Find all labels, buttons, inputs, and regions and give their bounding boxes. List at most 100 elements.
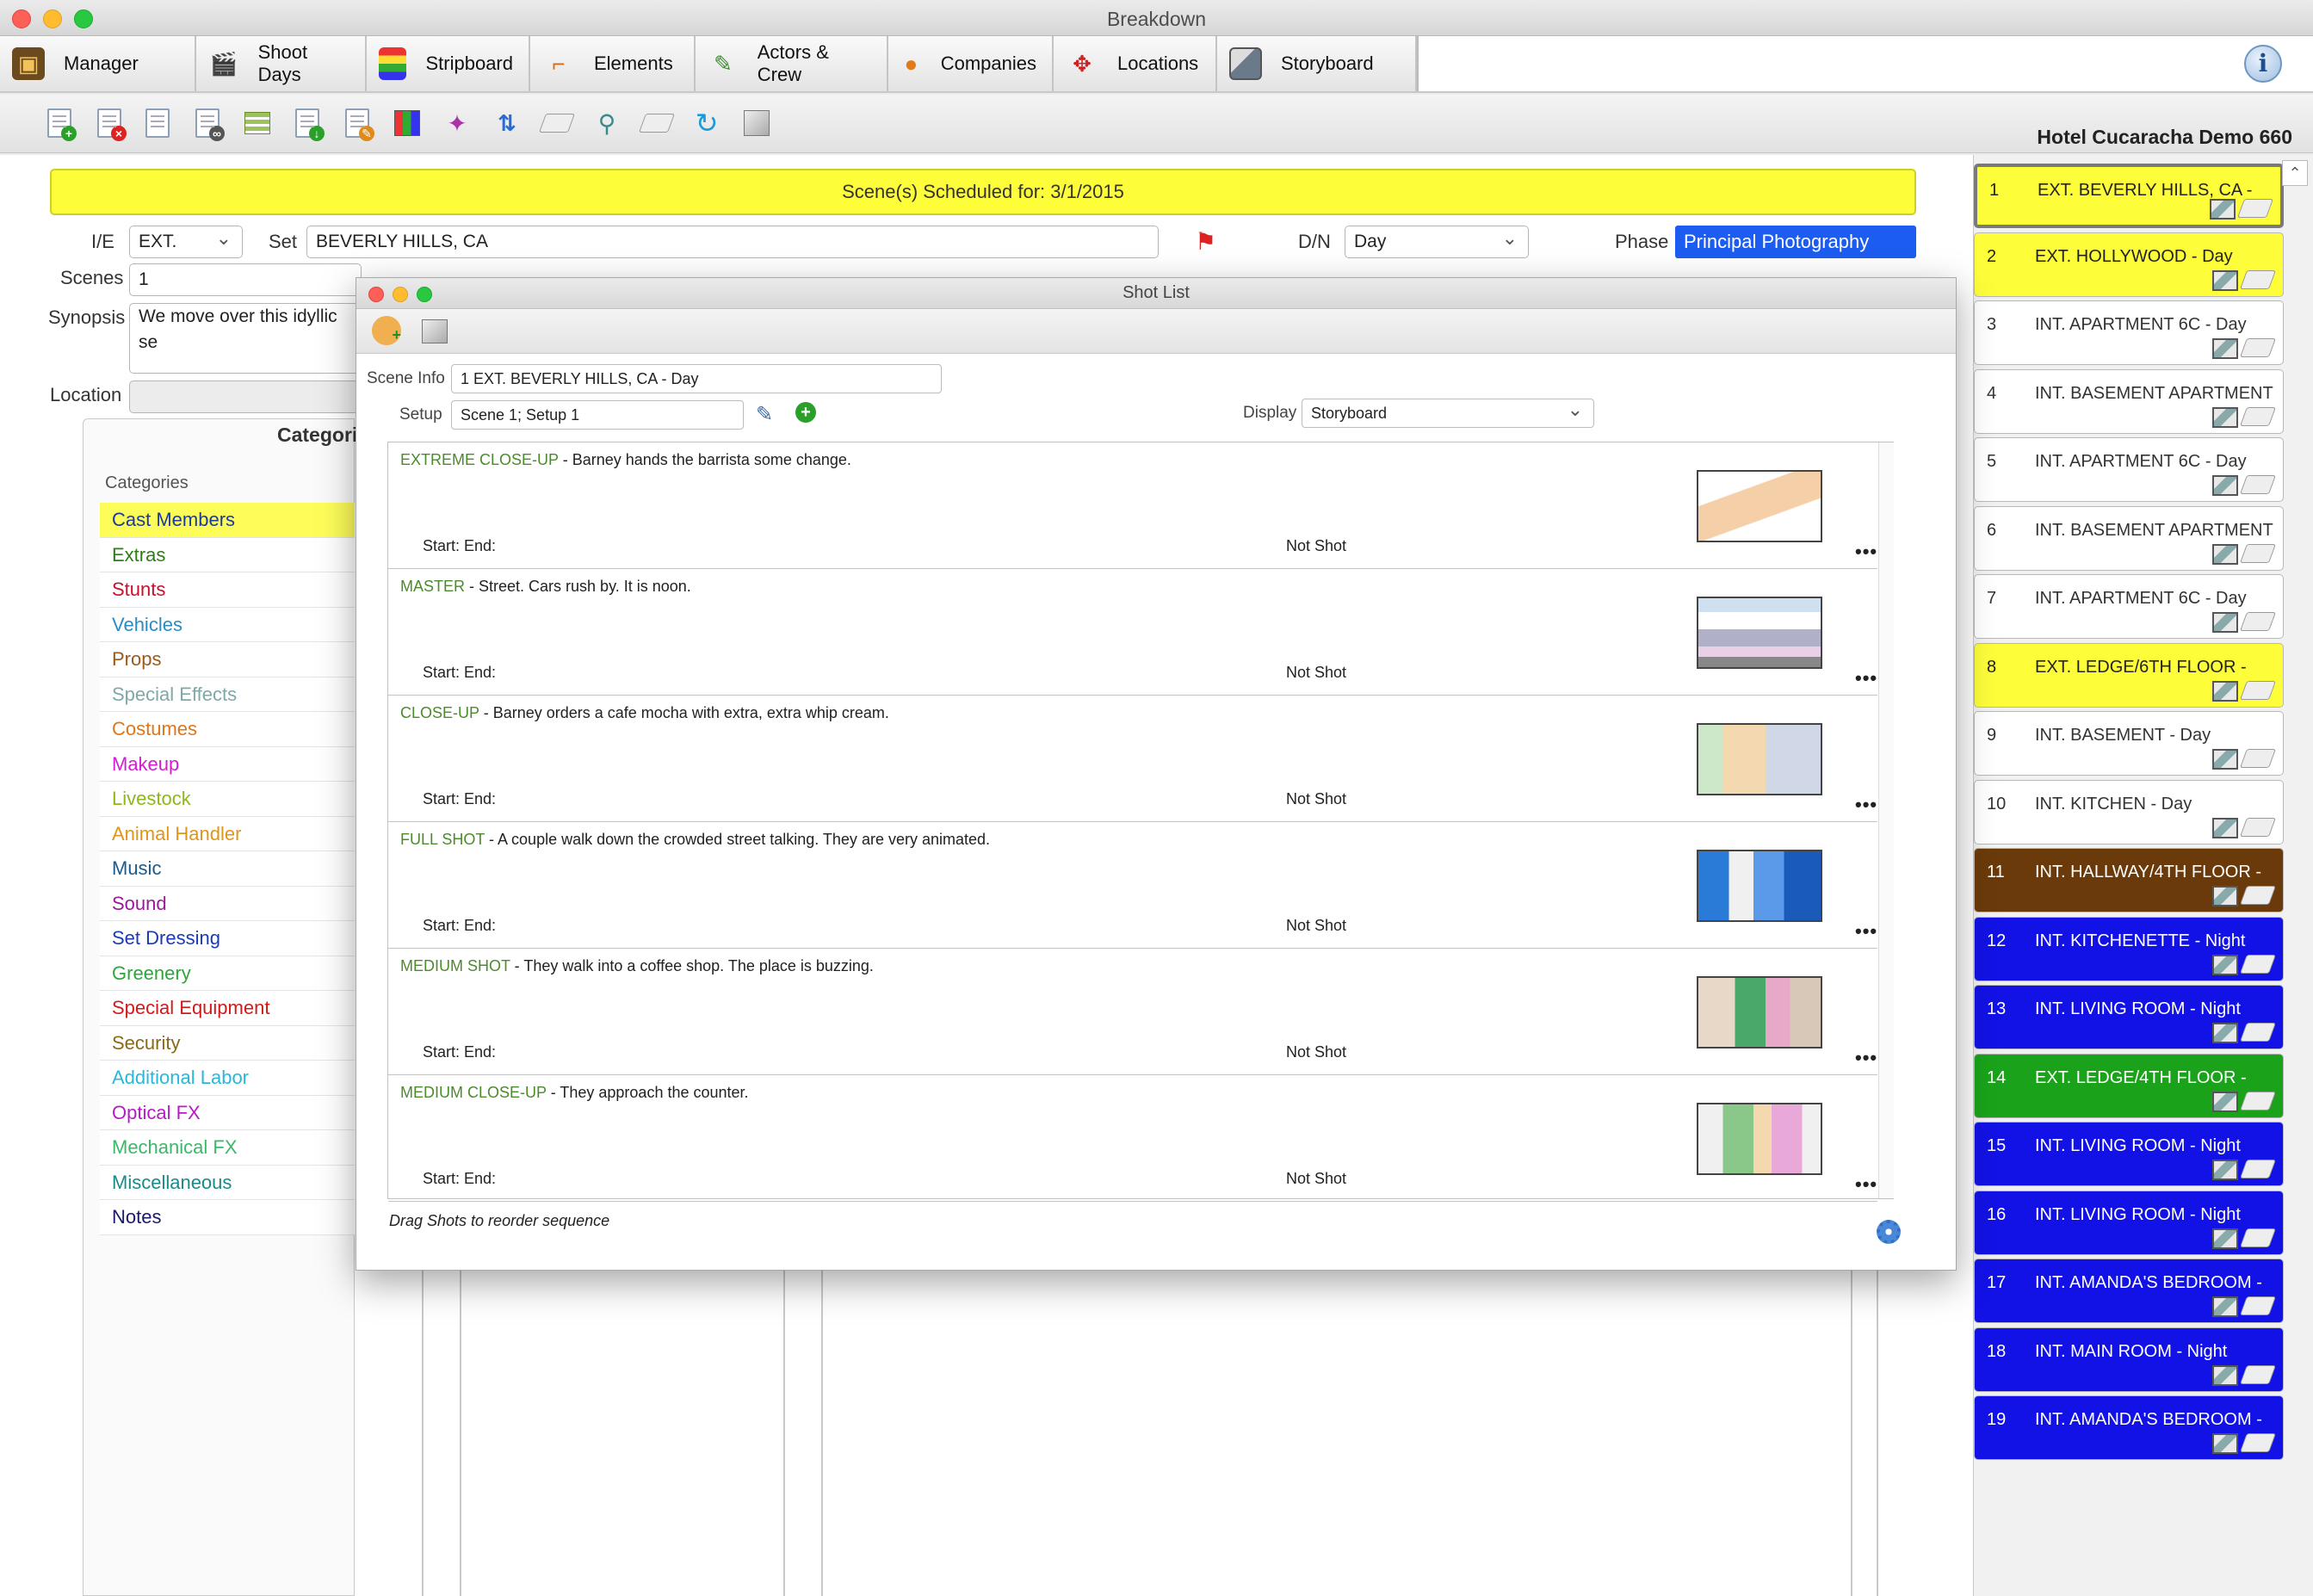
ie-select[interactable]: EXT. (129, 226, 243, 258)
storyboard-icon[interactable] (2212, 681, 2238, 702)
more-options-icon[interactable]: ••• (1855, 541, 1877, 563)
storyboard-icon[interactable] (2212, 1433, 2238, 1454)
scene-strip[interactable]: 19INT. AMANDA'S BEDROOM - (1974, 1395, 2284, 1460)
tab-stripboard[interactable]: Stripboard (367, 36, 530, 91)
display-select[interactable]: Storyboard (1302, 399, 1594, 428)
clapboard-icon[interactable] (2240, 1092, 2276, 1110)
category-item[interactable]: Special Equipment (100, 991, 355, 1026)
add-shot-icon[interactable]: + (372, 316, 401, 345)
scene-strip[interactable]: 4INT. BASEMENT APARTMENT (1974, 369, 2284, 434)
shot-row[interactable]: MEDIUM SHOT - They walk into a coffee sh… (388, 949, 1877, 1075)
clapboard-icon[interactable] (2240, 886, 2276, 905)
clapboard-icon[interactable] (2240, 1433, 2276, 1452)
category-item[interactable]: Miscellaneous (100, 1166, 355, 1201)
category-item[interactable]: Animal Handler (100, 817, 355, 852)
color-wand-button[interactable]: ✦ (439, 105, 475, 141)
scene-strip[interactable]: 7INT. APARTMENT 6C - Day (1974, 574, 2284, 639)
category-item[interactable]: Mechanical FX (100, 1130, 355, 1166)
category-item[interactable]: Costumes (100, 712, 355, 747)
new-breakdown-button[interactable]: + (41, 105, 77, 141)
storyboard-icon[interactable] (2210, 199, 2236, 220)
category-item[interactable]: Extras (100, 538, 355, 573)
shot-row[interactable]: MASTER - Street. Cars rush by. It is noo… (388, 569, 1877, 696)
storyboard-thumbnail[interactable] (1697, 850, 1822, 922)
scene-strip[interactable]: 11INT. HALLWAY/4TH FLOOR - (1974, 848, 2284, 912)
find-breakdown-button[interactable]: ∞ (189, 105, 226, 141)
more-options-icon[interactable]: ••• (1855, 1173, 1877, 1196)
clapboard-icon[interactable] (2237, 199, 2273, 218)
scene-strip[interactable]: 13INT. LIVING ROOM - Night (1974, 985, 2284, 1049)
shot-row[interactable]: MEDIUM CLOSE-UP - They approach the coun… (388, 1075, 1877, 1202)
edit-doc-button[interactable]: ✎ (339, 105, 375, 141)
clapboard-icon[interactable] (2240, 407, 2276, 426)
scene-strip[interactable]: 17INT. AMANDA'S BEDROOM - (1974, 1259, 2284, 1323)
tab-shoot-days[interactable]: 🎬 Shoot Days (196, 36, 367, 91)
tab-elements[interactable]: ⌐ Elements (530, 36, 696, 91)
edit-setup-icon[interactable]: ✎ (756, 402, 773, 427)
storyboard-icon[interactable] (2212, 886, 2238, 906)
category-item[interactable]: Notes (100, 1200, 355, 1235)
storyboard-icon[interactable] (2212, 544, 2238, 565)
category-item[interactable]: Makeup (100, 747, 355, 783)
synopsis-field[interactable]: We move over this idyllic se (129, 303, 362, 374)
shot-row[interactable]: FULL SHOT - A couple walk down the crowd… (388, 822, 1877, 949)
clapboard-icon[interactable] (2240, 1365, 2276, 1384)
clapboard-button[interactable] (539, 105, 575, 141)
scene-strip[interactable]: 9INT. BASEMENT - Day (1974, 711, 2284, 776)
storyboard-icon[interactable] (2212, 1296, 2238, 1317)
category-item[interactable]: Greenery (100, 956, 355, 992)
sort-button[interactable]: ⇅ (489, 105, 525, 141)
scene-strip[interactable]: 1EXT. BEVERLY HILLS, CA - (1974, 164, 2284, 228)
storyboard-thumbnail[interactable] (1697, 976, 1822, 1049)
storyboard-thumbnail[interactable] (1697, 723, 1822, 795)
info-icon[interactable]: i (2244, 45, 2282, 83)
gear-icon[interactable] (1877, 1220, 1901, 1244)
add-clapboard-button[interactable] (639, 105, 675, 141)
clapboard-icon[interactable] (2240, 270, 2276, 289)
category-item[interactable]: Special Effects (100, 677, 355, 713)
storyboard-icon[interactable] (2212, 1092, 2238, 1112)
clapboard-icon[interactable] (2240, 1023, 2276, 1042)
shots-scrollbar[interactable] (1878, 442, 1894, 1198)
storyboard-icon[interactable] (2212, 1365, 2238, 1386)
clapboard-icon[interactable] (2240, 818, 2276, 837)
storyboard-icon[interactable] (2212, 1160, 2238, 1180)
clapboard-icon[interactable] (2240, 749, 2276, 768)
zoom-clapboard-button[interactable]: ⚲ (589, 105, 625, 141)
tab-storyboard[interactable]: Storyboard (1217, 36, 1417, 91)
scene-strip[interactable]: 5INT. APARTMENT 6C - Day (1974, 437, 2284, 502)
location-field[interactable] (129, 380, 362, 413)
delete-breakdown-button[interactable]: × (91, 105, 127, 141)
setup-field[interactable]: Scene 1; Setup 1 (451, 400, 744, 430)
tab-manager[interactable]: ▣ Manager (0, 36, 196, 91)
flag-icon[interactable]: ⚑ (1195, 227, 1216, 256)
scene-strip[interactable]: 15INT. LIVING ROOM - Night (1974, 1122, 2284, 1186)
category-item[interactable]: Additional Labor (100, 1061, 355, 1096)
storyboard-icon[interactable] (2212, 270, 2238, 291)
box-button[interactable] (739, 105, 775, 141)
tab-companies[interactable]: ● Companies (888, 36, 1054, 91)
import-button[interactable]: ↓ (289, 105, 325, 141)
category-item[interactable]: Music (100, 851, 355, 887)
storyboard-thumbnail[interactable] (1697, 470, 1822, 542)
clapboard-icon[interactable] (2240, 681, 2276, 700)
scene-strip[interactable]: 18INT. MAIN ROOM - Night (1974, 1327, 2284, 1392)
scene-strip[interactable]: 3INT. APARTMENT 6C - Day (1974, 300, 2284, 365)
clapboard-icon[interactable] (2240, 338, 2276, 357)
storyboard-icon[interactable] (2212, 407, 2238, 428)
duplicate-breakdown-button[interactable] (139, 105, 176, 141)
clapboard-icon[interactable] (2240, 1228, 2276, 1247)
scene-strip[interactable]: 8EXT. LEDGE/6TH FLOOR - (1974, 643, 2284, 708)
scene-strip[interactable]: 10INT. KITCHEN - Day (1974, 780, 2284, 844)
scene-strip[interactable]: 14EXT. LEDGE/4TH FLOOR - (1974, 1054, 2284, 1118)
category-item[interactable]: Sound (100, 887, 355, 922)
list-button[interactable] (239, 105, 275, 141)
storyboard-icon[interactable] (2212, 338, 2238, 359)
storyboard-thumbnail[interactable] (1697, 1103, 1822, 1175)
category-item[interactable]: Props (100, 642, 355, 677)
category-item[interactable]: Stunts (100, 572, 355, 608)
refresh-button[interactable]: ↻ (689, 105, 725, 141)
shot-row[interactable]: CLOSE-UP - Barney orders a cafe mocha wi… (388, 696, 1877, 822)
storyboard-icon[interactable] (2212, 475, 2238, 496)
scene-strip[interactable]: 16INT. LIVING ROOM - Night (1974, 1191, 2284, 1255)
